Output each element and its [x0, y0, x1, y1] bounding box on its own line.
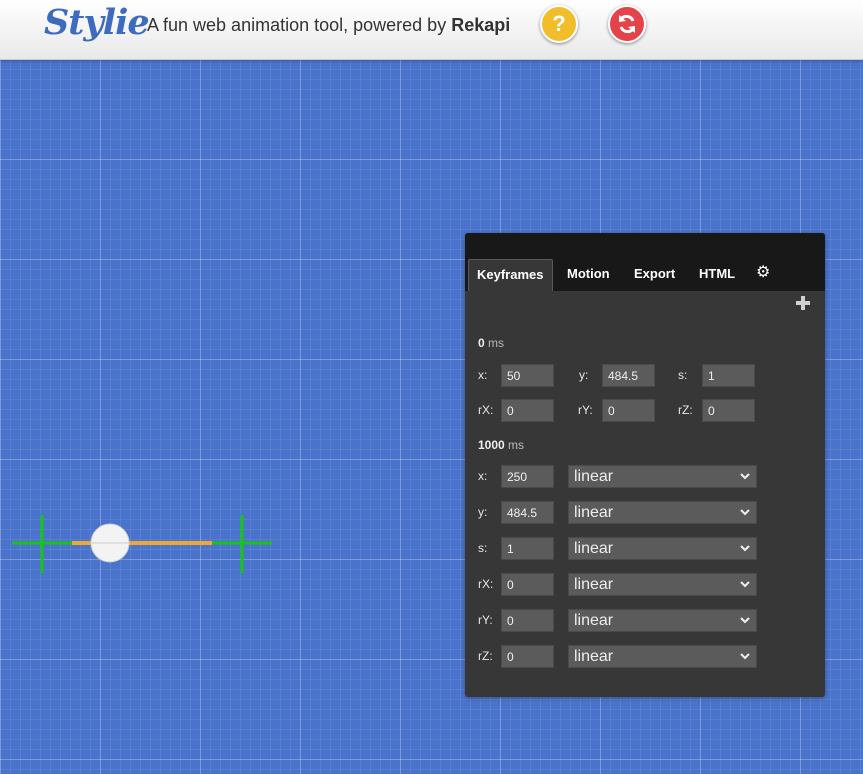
- tab-keyframes[interactable]: Keyframes: [468, 259, 553, 291]
- rz-label: rZ:: [678, 403, 693, 417]
- plus-icon[interactable]: [796, 296, 810, 310]
- s-label: s:: [478, 541, 488, 555]
- help-button[interactable]: ?: [540, 5, 578, 43]
- y-field[interactable]: [501, 501, 554, 524]
- easing-value: linear: [574, 576, 614, 593]
- panel-tab-bar: Keyframes Motion Export HTML ⚙: [465, 233, 825, 291]
- end-crosshair[interactable]: [212, 515, 272, 573]
- keyframe-1000-header: 1000 ms: [478, 438, 524, 452]
- chevron-down-icon: [740, 653, 750, 660]
- x-label: x:: [478, 368, 488, 382]
- rz-easing-select[interactable]: linear: [568, 645, 757, 668]
- x-field[interactable]: [501, 364, 554, 387]
- rx-field[interactable]: [501, 573, 554, 596]
- y-easing-select[interactable]: linear: [568, 501, 757, 524]
- tagline: A fun web animation tool, powered by Rek…: [147, 15, 510, 36]
- question-icon: ?: [552, 11, 566, 36]
- easing-value: linear: [574, 648, 614, 665]
- s-label: s:: [678, 368, 688, 382]
- y-label: y:: [478, 505, 488, 519]
- keyframe-0-header: 0 ms: [478, 336, 504, 350]
- tab-export[interactable]: Export: [634, 259, 675, 291]
- x-field[interactable]: [501, 465, 554, 488]
- app-header: Stylie A fun web animation tool, powered…: [0, 0, 863, 60]
- keyframe-time: 1000: [478, 438, 505, 452]
- s-easing-select[interactable]: linear: [568, 537, 757, 560]
- rz-label: rZ:: [478, 649, 493, 663]
- ry-label: rY:: [578, 403, 593, 417]
- chevron-down-icon: [740, 473, 750, 480]
- ry-label: rY:: [478, 613, 493, 627]
- ry-easing-select[interactable]: linear: [568, 609, 757, 632]
- y-label: y:: [579, 368, 589, 382]
- keyframe-time: 0: [478, 336, 485, 350]
- rx-label: rX:: [478, 577, 494, 591]
- easing-value: linear: [574, 504, 614, 521]
- rekapi-link[interactable]: Rekapi: [451, 15, 510, 35]
- rz-field[interactable]: [501, 645, 554, 668]
- rz-field[interactable]: [702, 399, 755, 422]
- keyframe-unit: ms: [488, 336, 505, 350]
- s-field[interactable]: [702, 364, 755, 387]
- x-easing-select[interactable]: linear: [568, 465, 757, 488]
- control-panel: Keyframes Motion Export HTML ⚙ 0 ms x: y…: [465, 233, 825, 697]
- gear-icon[interactable]: ⚙: [756, 262, 770, 282]
- refresh-icon: [619, 14, 635, 34]
- rx-field[interactable]: [501, 399, 554, 422]
- chevron-down-icon: [740, 617, 750, 624]
- y-field[interactable]: [602, 364, 655, 387]
- ry-field[interactable]: [501, 609, 554, 632]
- easing-value: linear: [574, 468, 614, 485]
- chevron-down-icon: [740, 581, 750, 588]
- tab-html[interactable]: HTML: [699, 259, 735, 291]
- animation-stage: [12, 515, 272, 573]
- rx-label: rX:: [478, 403, 494, 417]
- rx-easing-select[interactable]: linear: [568, 573, 757, 596]
- s-field[interactable]: [501, 537, 554, 560]
- stylie-logo[interactable]: Stylie: [44, 2, 150, 43]
- easing-value: linear: [574, 612, 614, 629]
- ry-field[interactable]: [602, 399, 655, 422]
- easing-value: linear: [574, 540, 614, 557]
- tab-motion[interactable]: Motion: [567, 259, 610, 291]
- tagline-text: A fun web animation tool, powered by: [147, 15, 452, 35]
- start-crosshair[interactable]: [12, 515, 72, 573]
- chevron-down-icon: [740, 509, 750, 516]
- reset-button[interactable]: [608, 5, 646, 43]
- keyframe-unit: ms: [508, 438, 525, 452]
- x-label: x:: [478, 469, 488, 483]
- chevron-down-icon: [740, 545, 750, 552]
